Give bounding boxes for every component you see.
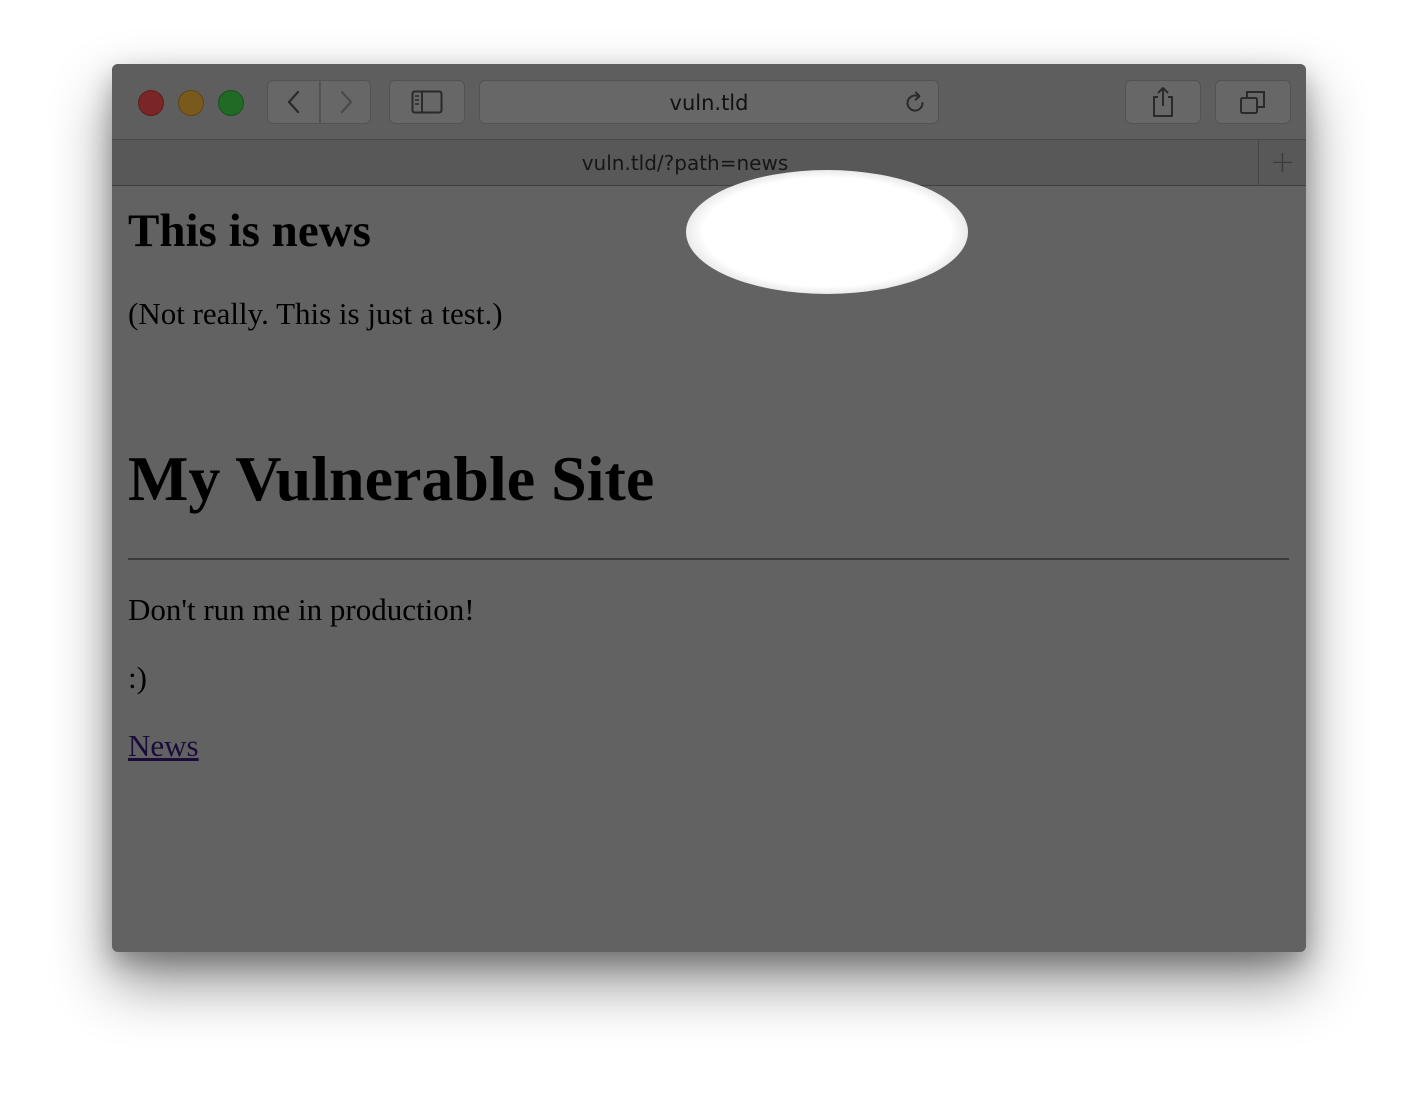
- chevron-left-icon: [287, 90, 299, 114]
- tabs-overview-icon: [1240, 91, 1265, 114]
- site-title: My Vulnerable Site: [128, 443, 655, 514]
- page-content: This is news (Not really. This is just a…: [112, 186, 1306, 952]
- news-heading: This is news: [128, 205, 371, 257]
- close-window-button[interactable]: [138, 90, 164, 116]
- forward-button[interactable]: [320, 80, 371, 124]
- address-bar-text: vuln.tld: [669, 91, 749, 115]
- tab-bar: vuln.tld/?path=news +: [112, 140, 1306, 186]
- smiley-text: :): [128, 660, 147, 695]
- chevron-right-icon: [340, 90, 352, 114]
- divider: [128, 558, 1289, 560]
- reload-icon[interactable]: [902, 90, 928, 116]
- zoom-window-button[interactable]: [218, 90, 244, 116]
- browser-window: vuln.tld vuln.tld/?path=news + This is n…: [112, 64, 1306, 952]
- address-bar[interactable]: vuln.tld: [479, 80, 939, 124]
- share-icon: [1153, 87, 1173, 117]
- news-link[interactable]: News: [128, 728, 199, 764]
- sidebar-icon: [411, 90, 443, 114]
- browser-toolbar: vuln.tld: [112, 64, 1306, 140]
- minimize-window-button[interactable]: [178, 90, 204, 116]
- warning-text: Don't run me in production!: [128, 592, 475, 627]
- sidebar-toggle-button[interactable]: [389, 80, 465, 124]
- screen: vuln.tld vuln.tld/?path=news + This is n…: [0, 0, 1418, 1112]
- back-button[interactable]: [267, 80, 320, 124]
- tab-active[interactable]: vuln.tld/?path=news: [112, 151, 1258, 175]
- new-tab-button[interactable]: +: [1258, 140, 1306, 185]
- plus-icon: +: [1269, 145, 1296, 180]
- news-note: (Not really. This is just a test.): [128, 296, 503, 331]
- tab-overview-button[interactable]: [1215, 80, 1291, 124]
- share-button[interactable]: [1125, 80, 1201, 124]
